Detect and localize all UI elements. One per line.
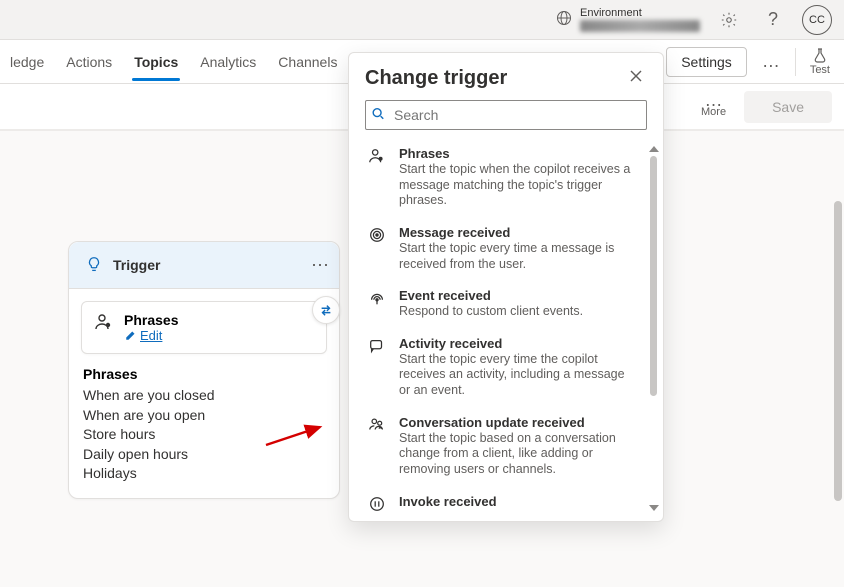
phrases-node-title: Phrases xyxy=(124,312,178,328)
trigger-option-invoke-received[interactable]: Invoke receivedRespond to advanced input… xyxy=(365,486,639,512)
more-label: More xyxy=(701,106,726,118)
nav-tab-knowledge[interactable]: ledge xyxy=(8,44,46,80)
trigger-phrase: When are you closed xyxy=(83,386,325,406)
environment-bar: Environment ? CC xyxy=(0,0,844,40)
user-avatar[interactable]: CC xyxy=(802,5,832,35)
nav-overflow-button[interactable]: … xyxy=(755,47,787,77)
trigger-option-phrases[interactable]: PhrasesStart the topic when the copilot … xyxy=(365,138,639,217)
save-button[interactable]: Save xyxy=(744,91,832,123)
person-icon xyxy=(94,312,114,337)
trigger-option-desc: Start the topic when the copilot receive… xyxy=(399,162,639,209)
trigger-card-title: Trigger xyxy=(113,257,160,273)
trigger-option-conversation-update-received[interactable]: Conversation update receivedStart the to… xyxy=(365,407,639,486)
trigger-option-desc: Start the topic every time the copilot r… xyxy=(399,352,639,399)
environment-name xyxy=(580,20,700,32)
environment-picker[interactable]: Environment xyxy=(556,7,700,32)
trigger-option-title: Event received xyxy=(399,288,639,303)
trigger-phrase: Holidays xyxy=(83,464,325,484)
trigger-phrases-node[interactable]: Phrases Edit xyxy=(81,301,327,354)
nav-tab-channels[interactable]: Channels xyxy=(276,44,339,80)
change-trigger-button[interactable] xyxy=(312,296,340,324)
phrases-edit-link[interactable]: Edit xyxy=(124,328,178,343)
chat-icon xyxy=(365,336,389,399)
globe-icon xyxy=(556,10,572,29)
trigger-option-title: Conversation update received xyxy=(399,415,639,430)
trigger-option-title: Message received xyxy=(399,225,639,240)
test-button[interactable]: Test xyxy=(804,47,836,76)
change-trigger-flyout: Change trigger PhrasesStart the topic wh… xyxy=(348,52,664,522)
flyout-trigger-list: PhrasesStart the topic when the copilot … xyxy=(349,138,663,521)
environment-label: Environment xyxy=(580,7,700,20)
trigger-option-title: Invoke received xyxy=(399,494,639,509)
trigger-option-title: Phrases xyxy=(399,146,639,161)
trigger-option-desc: Start the topic every time a message is … xyxy=(399,241,639,272)
trigger-phrase: Store hours xyxy=(83,425,325,445)
trigger-card-header[interactable]: Trigger ⋯ xyxy=(69,242,339,289)
person-icon xyxy=(365,146,389,209)
nav-tab-analytics[interactable]: Analytics xyxy=(198,44,258,80)
more-icon: … xyxy=(705,95,723,106)
broadcast-icon xyxy=(365,288,389,320)
trigger-card: Trigger ⋯ Phrases Edit xyxy=(68,241,340,499)
trigger-option-activity-received[interactable]: Activity receivedStart the topic every t… xyxy=(365,328,639,407)
trigger-option-event-received[interactable]: Event receivedRespond to custom client e… xyxy=(365,280,639,328)
trigger-card-menu[interactable]: ⋯ xyxy=(311,255,329,276)
target-icon xyxy=(365,225,389,272)
search-icon xyxy=(371,107,385,124)
trigger-phrase: Daily open hours xyxy=(83,445,325,465)
flyout-search-input[interactable] xyxy=(365,100,647,130)
trigger-option-title: Activity received xyxy=(399,336,639,351)
help-icon[interactable]: ? xyxy=(758,5,788,35)
flask-icon xyxy=(812,47,828,63)
trigger-option-desc: Respond to custom client events. xyxy=(399,304,639,320)
trigger-phrase: When are you open xyxy=(83,406,325,426)
nav-divider xyxy=(795,48,796,76)
settings-button[interactable]: Settings xyxy=(666,47,747,77)
test-label: Test xyxy=(810,64,830,76)
flyout-title: Change trigger xyxy=(365,67,507,90)
toolbar-more-button[interactable]: … More xyxy=(693,95,734,118)
pencil-icon xyxy=(124,330,136,342)
close-icon xyxy=(629,69,643,83)
phrase-list-header: Phrases xyxy=(83,366,325,382)
canvas-scrollbar[interactable] xyxy=(834,201,842,587)
flyout-close-button[interactable] xyxy=(625,65,647,92)
trigger-option-desc: Respond to advanced inputs, such as butt… xyxy=(399,510,639,512)
settings-gear-icon[interactable] xyxy=(714,5,744,35)
people-icon xyxy=(365,415,389,478)
nav-tab-topics[interactable]: Topics xyxy=(132,44,180,80)
pause-icon xyxy=(365,494,389,512)
trigger-phrase-list: Phrases When are you closed When are you… xyxy=(69,366,339,498)
trigger-option-desc: Start the topic based on a conversation … xyxy=(399,431,639,478)
trigger-option-message-received[interactable]: Message receivedStart the topic every ti… xyxy=(365,217,639,280)
nav-tab-actions[interactable]: Actions xyxy=(64,44,114,80)
flyout-search xyxy=(365,100,647,130)
flyout-scrollbar[interactable] xyxy=(649,146,659,511)
lightbulb-icon xyxy=(79,250,109,280)
swap-icon xyxy=(319,303,333,317)
